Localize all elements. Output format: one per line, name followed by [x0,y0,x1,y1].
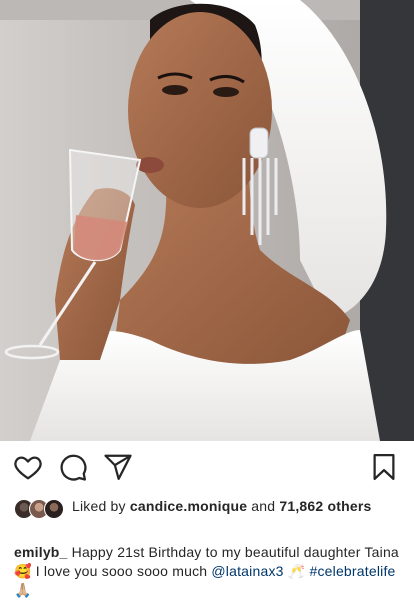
clinking-glasses-emoji: 🥂 [287,563,306,579]
smiling-face-hearts-emoji: 🥰 [14,563,32,579]
post-photo[interactable] [0,0,414,441]
folded-hands-emoji: 🙏🏼 [14,582,32,598]
likes-connector: and [251,498,276,514]
caption-username[interactable]: emilyb_ [14,544,68,560]
comment-button[interactable] [58,452,90,484]
heart-icon [14,456,42,480]
liker-avatars[interactable] [14,499,66,519]
liker-username[interactable]: candice.monique [130,498,247,514]
bookmark-icon [373,454,395,480]
portrait-photo [0,0,414,441]
caption-text-2: I love you sooo sooo much [35,563,208,579]
caption-hashtag[interactable]: #celebratelife [309,563,395,579]
likes-text: Liked by candice.monique and 71,862 othe… [72,497,402,516]
likes-count: 71,862 [279,498,324,514]
likes-suffix: others [327,498,372,514]
share-button[interactable] [103,452,135,484]
likes-prefix: Liked by [72,498,126,514]
instagram-post: Liked by candice.monique and 71,862 othe… [0,0,414,600]
like-button[interactable] [13,452,45,484]
post-caption: emilyb_ Happy 21st Birthday to my beauti… [14,543,404,600]
save-button[interactable] [369,452,401,484]
share-icon [104,454,132,480]
post-action-bar [0,452,414,486]
caption-text: Happy 21st Birthday to my beautiful daug… [71,544,399,560]
avatar [44,499,64,519]
likes-others-link[interactable]: 71,862 others [279,498,371,514]
caption-mention[interactable]: @latainax3 [211,563,283,579]
comment-icon [60,454,87,481]
